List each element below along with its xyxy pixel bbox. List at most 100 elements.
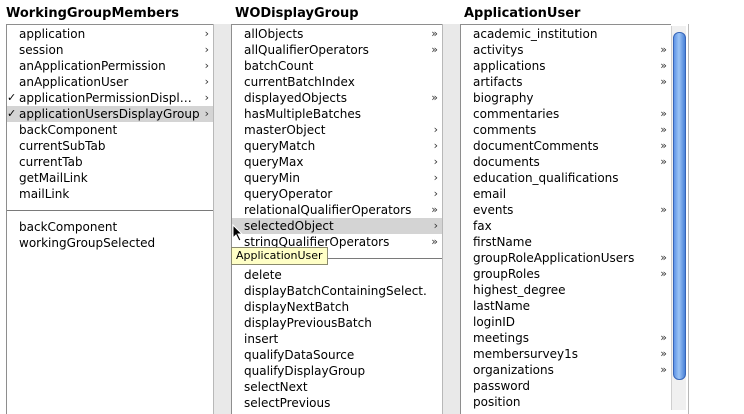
list-item-application[interactable]: application ›	[7, 26, 213, 42]
vertical-scrollbar[interactable]	[671, 26, 686, 410]
action-item-label: displayNextBatch	[244, 300, 350, 314]
list-item-all-objects[interactable]: allObjects »	[232, 26, 442, 42]
list-item-label: lastName	[473, 299, 531, 313]
list-item-mail-link[interactable]: mailLink	[7, 186, 213, 202]
list-item-document-comments[interactable]: documentComments »	[461, 138, 671, 154]
list-item-label: displayedObjects	[244, 91, 347, 105]
column-splitter[interactable]	[442, 24, 461, 414]
list-item-current-sub-tab[interactable]: currentSubTab	[7, 138, 213, 154]
list-item-query-operator[interactable]: queryOperator ›	[232, 186, 442, 202]
action-item-delete[interactable]: delete	[232, 267, 442, 283]
double-chevron-right-icon: »	[660, 139, 667, 152]
double-chevron-right-icon: »	[660, 59, 667, 72]
action-item-working-group-selected[interactable]: workingGroupSelected	[7, 235, 213, 251]
list-item-meetings[interactable]: meetings »	[461, 330, 671, 346]
list-item-first-name[interactable]: firstName	[461, 234, 671, 250]
list-item-application-permission-displ[interactable]: ✓ applicationPermissionDispl… ›	[7, 90, 213, 106]
action-item-display-batch-containing-select[interactable]: displayBatchContainingSelect.	[232, 283, 442, 299]
list-item-back-component[interactable]: backComponent	[7, 122, 213, 138]
chevron-right-icon: ›	[433, 219, 438, 232]
list-item-all-qualifier-operators[interactable]: allQualifierOperators »	[232, 42, 442, 58]
list-item-last-name[interactable]: lastName	[461, 298, 671, 314]
action-item-label: insert	[244, 332, 279, 346]
list-item-label: position	[473, 395, 521, 409]
scrollbar-thumb[interactable]	[673, 32, 686, 380]
action-item-label: selectNext	[244, 380, 308, 394]
list-item-fax[interactable]: fax	[461, 218, 671, 234]
chevron-right-icon: ›	[433, 139, 438, 152]
list-item-membersurvey1s[interactable]: membersurvey1s »	[461, 346, 671, 362]
list-item-has-multiple-batches[interactable]: hasMultipleBatches	[232, 106, 442, 122]
list-item-master-object[interactable]: masterObject ›	[232, 122, 442, 138]
list-item-an-application-permission[interactable]: anApplicationPermission ›	[7, 58, 213, 74]
list-item-email[interactable]: email	[461, 186, 671, 202]
list-item-current-batch-index[interactable]: currentBatchIndex	[232, 74, 442, 90]
action-item-select-previous[interactable]: selectPrevious	[232, 395, 442, 411]
double-chevron-right-icon: »	[431, 43, 438, 56]
list-item-login-id[interactable]: loginID	[461, 314, 671, 330]
list-item-academic-institution[interactable]: academic_institution	[461, 26, 671, 42]
chevron-right-icon: ›	[204, 59, 209, 72]
action-item-back-component[interactable]: backComponent	[7, 219, 213, 235]
list-item-password[interactable]: password	[461, 378, 671, 394]
list-item-group-role-application-users[interactable]: groupRoleApplicationUsers »	[461, 250, 671, 266]
list-item-relational-qualifier-operators[interactable]: relationalQualifierOperators »	[232, 202, 442, 218]
list-item-session[interactable]: session ›	[7, 42, 213, 58]
action-item-label: delete	[244, 268, 282, 282]
action-item-display-previous-batch[interactable]: displayPreviousBatch	[232, 315, 442, 331]
list-item-comments[interactable]: comments »	[461, 122, 671, 138]
list-item-artifacts[interactable]: artifacts »	[461, 74, 671, 90]
chevron-right-icon: ›	[204, 43, 209, 56]
list-item-organizations[interactable]: organizations »	[461, 362, 671, 378]
actions-divider	[7, 210, 213, 211]
list-item-commentaries[interactable]: commentaries »	[461, 106, 671, 122]
double-chevron-right-icon: »	[660, 251, 667, 264]
list-item-group-roles[interactable]: groupRoles »	[461, 266, 671, 282]
list-item-activitys[interactable]: activitys »	[461, 42, 671, 58]
action-item-qualify-display-group[interactable]: qualifyDisplayGroup	[232, 363, 442, 379]
list-item-biography[interactable]: biography	[461, 90, 671, 106]
list-item-selected-object[interactable]: selectedObject ›	[232, 218, 442, 234]
action-item-insert[interactable]: insert	[232, 331, 442, 347]
list-item-application-users-display-group[interactable]: ✓ applicationUsersDisplayGroup ›	[7, 106, 213, 122]
double-chevron-right-icon: »	[660, 203, 667, 216]
action-item-display-next-batch[interactable]: displayNextBatch	[232, 299, 442, 315]
column-splitter[interactable]	[213, 24, 232, 414]
list-item-query-match[interactable]: queryMatch ›	[232, 138, 442, 154]
chevron-right-icon: ›	[204, 27, 209, 40]
list-item-education-qualifications[interactable]: education_qualifications	[461, 170, 671, 186]
action-item-label: selectPrevious	[244, 396, 331, 410]
action-item-qualify-data-source[interactable]: qualifyDataSource	[232, 347, 442, 363]
list-item-get-mail-link[interactable]: getMailLink	[7, 170, 213, 186]
list-item-displayed-objects[interactable]: displayedObjects »	[232, 90, 442, 106]
double-chevron-right-icon: »	[431, 91, 438, 104]
column-list[interactable]: application › session › anApplicationPermiss…	[6, 24, 213, 414]
action-item-select-next[interactable]: selectNext	[232, 379, 442, 395]
checkmark-icon: ✓	[7, 107, 17, 120]
column-list[interactable]: academic_institution activitys» applicatio…	[460, 24, 671, 414]
double-chevron-right-icon: »	[431, 235, 438, 248]
list-item-query-max[interactable]: queryMax ›	[232, 154, 442, 170]
list-item-label: anApplicationPermission	[19, 59, 166, 73]
list-item-events[interactable]: events »	[461, 202, 671, 218]
list-item-applications[interactable]: applications »	[461, 58, 671, 74]
list-item-label: commentaries	[473, 107, 560, 121]
column-header: WODisplayGroup	[235, 6, 359, 21]
list-item-label: highest_degree	[473, 283, 566, 297]
list-item-documents[interactable]: documents »	[461, 154, 671, 170]
double-chevron-right-icon: »	[660, 363, 667, 376]
list-item-highest-degree[interactable]: highest_degree	[461, 282, 671, 298]
action-item-label: workingGroupSelected	[19, 236, 156, 250]
list-item-position[interactable]: position	[461, 394, 671, 410]
list-item-label: allQualifierOperators	[244, 43, 369, 57]
list-item-current-tab[interactable]: currentTab	[7, 154, 213, 170]
list-item-an-application-user[interactable]: anApplicationUser ›	[7, 74, 213, 90]
action-item-label: displayBatchContainingSelect.	[244, 284, 427, 298]
column-list[interactable]: allObjects » allQualifierOperators » batchCo…	[231, 24, 442, 414]
column-splitter[interactable]	[688, 24, 744, 414]
chevron-right-icon: ›	[433, 171, 438, 184]
double-chevron-right-icon: »	[431, 27, 438, 40]
double-chevron-right-icon: »	[660, 123, 667, 136]
list-item-query-min[interactable]: queryMin ›	[232, 170, 442, 186]
list-item-batch-count[interactable]: batchCount	[232, 58, 442, 74]
